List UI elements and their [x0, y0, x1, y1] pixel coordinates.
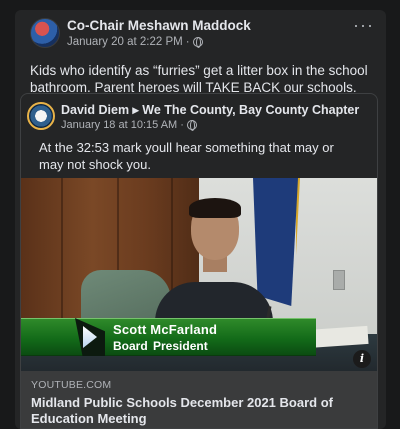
post-text: Kids who identify as “furries” get a lit… [30, 63, 368, 95]
post-author-avatar[interactable] [30, 18, 60, 48]
lower-third-title: Board President [113, 339, 208, 353]
post-author-name[interactable]: Co-Chair Meshawn Maddock [67, 18, 251, 33]
meta-separator: · [185, 36, 190, 48]
globe-icon [186, 120, 197, 131]
more-options-icon[interactable]: ··· [353, 16, 374, 34]
shared-post-text: At the 32:53 mark youll hear something t… [39, 140, 334, 172]
person-hair [189, 198, 241, 218]
video-thumbnail[interactable]: Scott McFarland Board President i [21, 178, 377, 371]
wall-outlet [333, 270, 345, 290]
shared-author-name[interactable]: David Diem ▸ We The County, Bay County C… [61, 102, 359, 117]
shared-post[interactable]: David Diem ▸ We The County, Bay County C… [20, 93, 378, 429]
shared-author-avatar[interactable] [27, 102, 55, 130]
shared-meta: January 18 at 10:15 AM · [61, 119, 197, 131]
shared-meta-separator: · [180, 119, 184, 131]
flag [253, 178, 298, 306]
info-icon[interactable]: i [353, 350, 371, 368]
shared-timestamp[interactable]: January 18 at 10:15 AM [61, 119, 177, 131]
globe-icon [192, 37, 203, 48]
post-meta: January 20 at 2:22 PM · [67, 36, 203, 48]
link-title[interactable]: Midland Public Schools December 2021 Boa… [31, 395, 371, 427]
post-timestamp[interactable]: January 20 at 2:22 PM [67, 36, 183, 48]
link-domain: YOUTUBE.COM [31, 379, 112, 391]
link-preview-footer[interactable]: YOUTUBE.COM Midland Public Schools Decem… [21, 371, 377, 428]
lower-third-name: Scott McFarland [113, 322, 218, 337]
